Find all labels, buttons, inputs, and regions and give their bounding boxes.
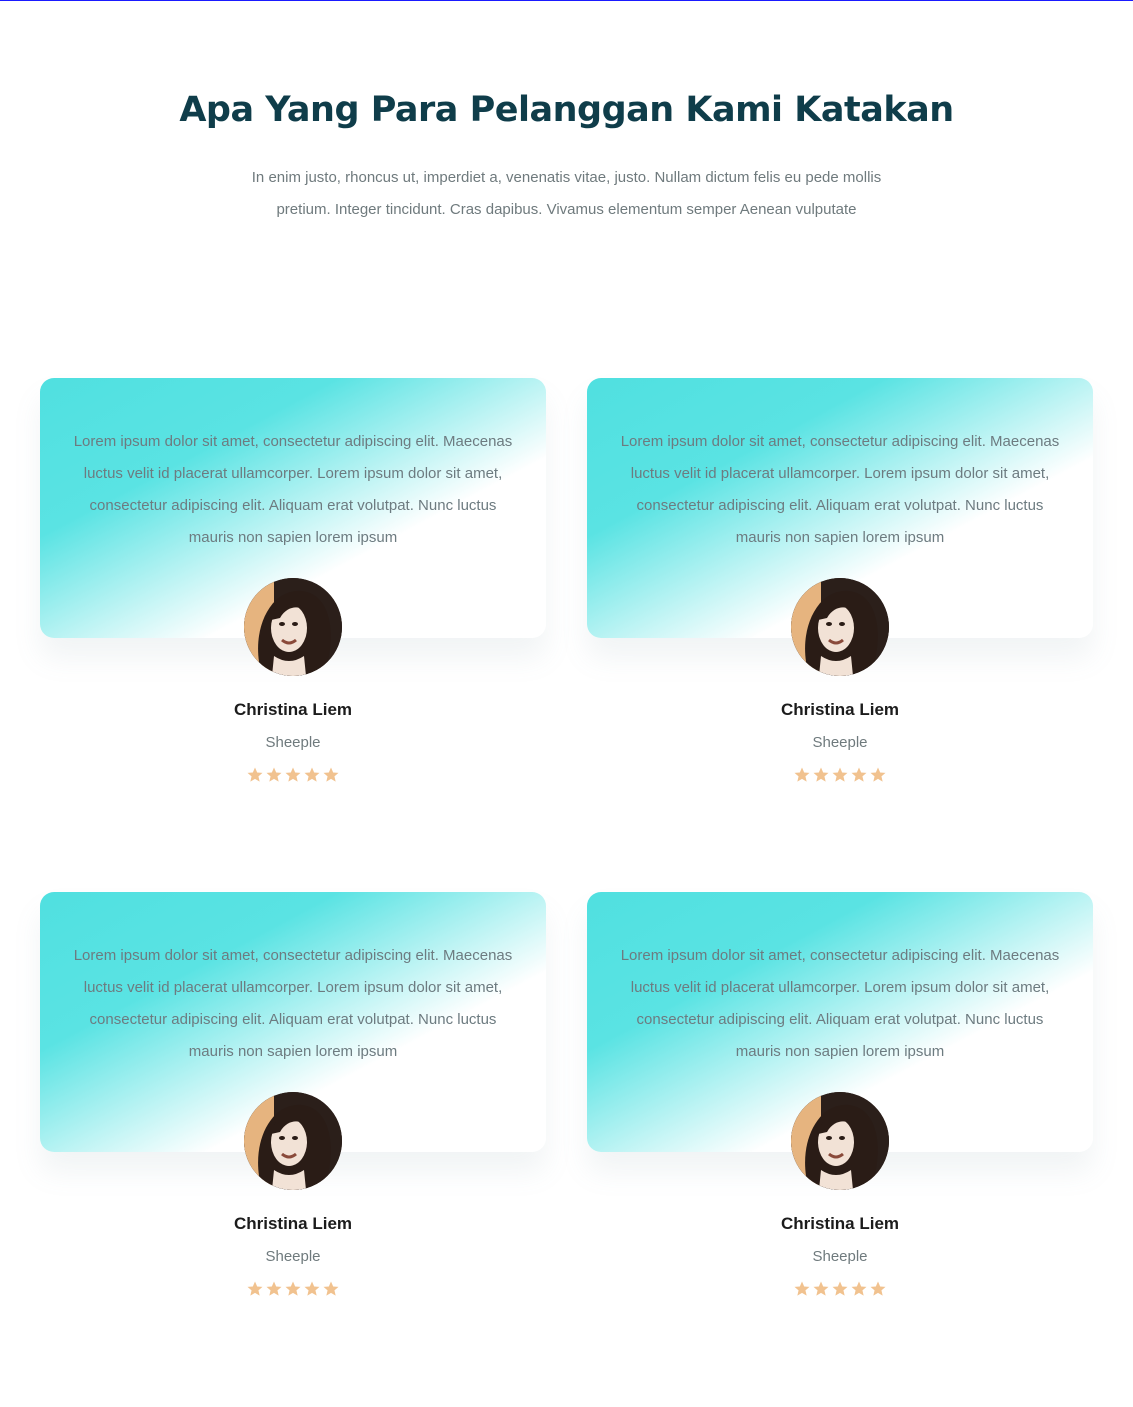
- star-icon: [246, 766, 264, 786]
- star-icon: [246, 1280, 264, 1300]
- avatar: [791, 1092, 889, 1190]
- star-icon: [869, 766, 887, 786]
- customer-company: Sheeple: [265, 1248, 321, 1265]
- star-icon: [793, 766, 811, 786]
- star-icon: [322, 1280, 340, 1300]
- testimonial-quote: Lorem ipsum dolor sit amet, consectetur …: [620, 433, 1060, 546]
- avatar: [244, 578, 342, 676]
- star-icon: [265, 766, 283, 786]
- star-icon: [303, 1280, 321, 1300]
- star-rating: [246, 766, 340, 786]
- star-icon: [869, 1280, 887, 1300]
- customer-name: Christina Liem: [780, 700, 900, 719]
- testimonial-quote: Lorem ipsum dolor sit amet, consectetur …: [73, 433, 513, 546]
- customer-company: Sheeple: [265, 734, 321, 751]
- testimonials-header: Apa Yang Para Pelanggan Kami Katakan In …: [0, 84, 1133, 226]
- star-icon: [812, 1280, 830, 1300]
- top-border-line: [0, 0, 1133, 1]
- section-subtitle: In enim justo, rhoncus ut, imperdiet a, …: [251, 169, 882, 218]
- section-title: Apa Yang Para Pelanggan Kami Katakan: [179, 90, 954, 130]
- customer-company: Sheeple: [812, 734, 868, 751]
- star-rating: [246, 1280, 340, 1300]
- star-icon: [284, 766, 302, 786]
- star-icon: [322, 766, 340, 786]
- customer-name: Christina Liem: [233, 1214, 353, 1233]
- star-icon: [793, 1280, 811, 1300]
- star-icon: [812, 766, 830, 786]
- star-rating: [793, 1280, 887, 1300]
- customer-name: Christina Liem: [233, 700, 353, 719]
- testimonial-quote: Lorem ipsum dolor sit amet, consectetur …: [73, 947, 513, 1060]
- customer-company: Sheeple: [812, 1248, 868, 1265]
- star-icon: [850, 1280, 868, 1300]
- star-icon: [831, 1280, 849, 1300]
- avatar: [791, 578, 889, 676]
- star-icon: [850, 766, 868, 786]
- star-rating: [793, 766, 887, 786]
- avatar: [244, 1092, 342, 1190]
- testimonial-quote: Lorem ipsum dolor sit amet, consectetur …: [620, 947, 1060, 1060]
- star-icon: [303, 766, 321, 786]
- star-icon: [265, 1280, 283, 1300]
- customer-name: Christina Liem: [780, 1214, 900, 1233]
- star-icon: [284, 1280, 302, 1300]
- star-icon: [831, 766, 849, 786]
